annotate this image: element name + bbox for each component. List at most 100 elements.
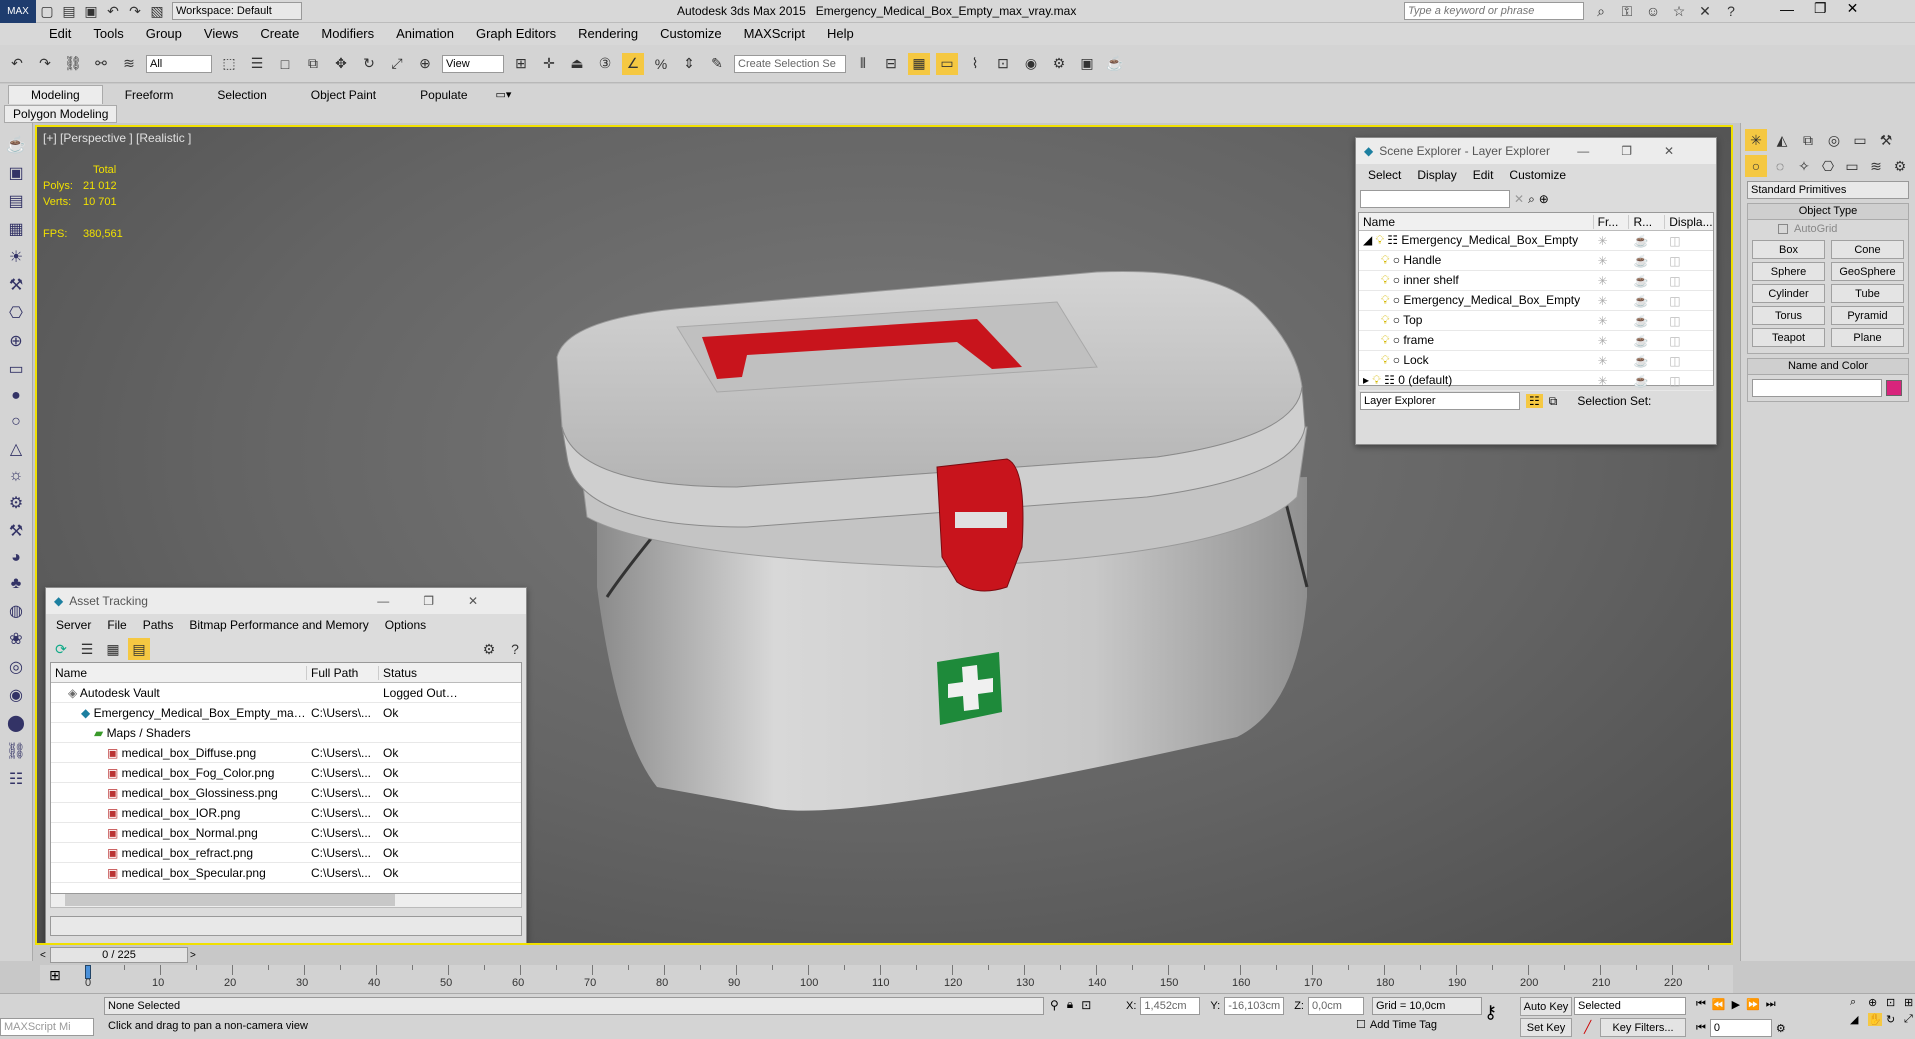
list-view-icon[interactable]: ☰: [76, 638, 98, 660]
scene-search-input[interactable]: [1360, 190, 1510, 208]
render-setup-icon[interactable]: ⚙: [1048, 53, 1070, 75]
object-type-header[interactable]: Object Type: [1748, 204, 1908, 220]
next-key-icon[interactable]: ⏩: [1746, 998, 1760, 1011]
select-by-name-icon[interactable]: ☰: [246, 53, 268, 75]
window-controls[interactable]: —❐✕: [377, 594, 512, 608]
modify-tab-icon[interactable]: ◭: [1771, 129, 1793, 151]
set-key-icon[interactable]: ⚷: [1484, 1002, 1497, 1023]
maxscript-listener[interactable]: MAXScript Mi: [0, 1018, 94, 1036]
layer-row[interactable]: 💡︎ ○ inner shelf ✳ ☕ ◫: [1359, 271, 1713, 291]
timeline-ruler[interactable]: 0 10 20 30 40 50 60 70 80 90 100 110 120 130 140 150 160…: [85, 965, 1709, 991]
menu-item[interactable]: Tools: [82, 23, 134, 45]
bind-spacewarp-icon[interactable]: ≋: [118, 53, 140, 75]
object-color-swatch[interactable]: [1886, 380, 1902, 396]
rect-selection-icon[interactable]: □: [274, 53, 296, 75]
asset-path-field[interactable]: [50, 916, 522, 936]
display-icon[interactable]: ◫: [1665, 374, 1713, 388]
utilities-tab-icon[interactable]: ⚒: [1875, 129, 1897, 151]
vault-icon[interactable]: ⚙: [478, 638, 500, 660]
ribbon-options-icon[interactable]: ▭▾: [490, 86, 518, 103]
freeze-icon[interactable]: ✳: [1594, 254, 1630, 268]
orb-icon[interactable]: ⬤: [7, 713, 25, 733]
visibility-bulb-icon[interactable]: 💡︎: [1381, 333, 1393, 347]
edit-named-selection-icon[interactable]: ✎: [706, 53, 728, 75]
x-tools-icon[interactable]: ✕: [1694, 0, 1716, 22]
layer-row[interactable]: 💡︎ ○ Lock ✳ ☕ ◫: [1359, 351, 1713, 371]
search-input[interactable]: [1404, 2, 1584, 20]
binoculars-icon[interactable]: ⌕: [1590, 0, 1612, 22]
freeze-icon[interactable]: ✳: [1594, 234, 1630, 248]
visibility-bulb-icon[interactable]: 💡︎: [1381, 313, 1393, 327]
table-row[interactable]: ▣ medical_box_IOR.png C:\Users\... Ok: [51, 803, 521, 823]
shapes-icon[interactable]: ◌: [1769, 155, 1791, 177]
menu-item[interactable]: Views: [193, 23, 249, 45]
zoom-icon[interactable]: ⌕: [1850, 996, 1864, 1009]
menu-item[interactable]: Edit: [1465, 164, 1502, 186]
menu-item[interactable]: Display: [1409, 164, 1464, 186]
time-slider[interactable]: < 0 / 225 >: [40, 945, 1733, 965]
primitive-button[interactable]: Pyramid: [1831, 306, 1904, 325]
layer-add-icon[interactable]: ⊕: [1539, 192, 1549, 206]
menu-item[interactable]: Select: [1360, 164, 1409, 186]
layers-icon[interactable]: ☷: [1526, 394, 1543, 408]
tree-icon[interactable]: ♣: [11, 575, 22, 593]
auto-key-button[interactable]: Auto Key: [1520, 997, 1572, 1016]
display-icon[interactable]: ◫: [1665, 234, 1713, 248]
helpers-icon[interactable]: ▭: [1841, 155, 1863, 177]
asset-tracking-titlebar[interactable]: ◆ Asset Tracking —❐✕: [46, 588, 526, 614]
freeze-icon[interactable]: ✳: [1594, 354, 1630, 368]
pan-icon[interactable]: ✋: [1868, 1013, 1882, 1026]
hammer-icon[interactable]: ⚒: [9, 521, 23, 541]
object-name-input[interactable]: [1752, 379, 1882, 397]
motion-tab-icon[interactable]: ◎: [1823, 129, 1845, 151]
absolute-mode-icon[interactable]: ⊡: [1081, 998, 1091, 1012]
menu-item[interactable]: MAXScript: [733, 23, 816, 45]
menu-item[interactable]: Group: [135, 23, 193, 45]
angle-snap-icon[interactable]: ∠: [622, 52, 644, 75]
renderable-icon[interactable]: ☕: [1629, 234, 1665, 248]
hierarchy-tab-icon[interactable]: ⧉: [1797, 129, 1819, 151]
help-icon[interactable]: ?: [504, 638, 526, 660]
display-tab-icon[interactable]: ▭: [1849, 129, 1871, 151]
menu-item[interactable]: Edit: [38, 23, 82, 45]
renderable-icon[interactable]: ☕: [1629, 314, 1665, 328]
camera-icon[interactable]: ⎔: [9, 303, 23, 323]
frame-counter[interactable]: 0 / 225: [50, 947, 188, 963]
asset-tracking-window[interactable]: ◆ Asset Tracking —❐✕ Server File Paths B…: [45, 587, 527, 943]
y-coord-field[interactable]: -16,103cm: [1224, 997, 1285, 1015]
render-frame-icon[interactable]: ▣: [1076, 53, 1098, 75]
table-row[interactable]: ▣ medical_box_Specular.png C:\Users\... Ok: [51, 863, 521, 883]
mini-curve-editor-icon[interactable]: ⊞: [40, 967, 70, 991]
table-row[interactable]: ◈ Autodesk Vault Logged Out ...: [51, 683, 521, 703]
clear-search-icon[interactable]: ✕: [1514, 192, 1524, 206]
prev-frame-arrow[interactable]: <: [40, 950, 50, 961]
ref-coord-dropdown[interactable]: View: [442, 54, 504, 73]
restore-icon[interactable]: ❐: [1814, 0, 1827, 17]
key-icon[interactable]: ⚿: [1616, 0, 1638, 22]
renderable-icon[interactable]: ☕: [1629, 274, 1665, 288]
helper-icon[interactable]: ⊕: [9, 331, 22, 351]
mirror-icon[interactable]: ⫴: [852, 53, 874, 75]
ribbon-toggle-icon[interactable]: ▭: [936, 52, 958, 75]
maximize-viewport-icon[interactable]: ⤢: [1904, 1013, 1915, 1026]
menu-item[interactable]: Customize: [1501, 164, 1574, 186]
sun-icon[interactable]: ☼: [9, 467, 24, 485]
help-icon[interactable]: ?: [1720, 0, 1742, 22]
renderable-icon[interactable]: ☕: [1629, 374, 1665, 388]
percent-snap-icon[interactable]: %: [650, 53, 672, 75]
primitive-button[interactable]: Tube: [1831, 284, 1904, 303]
medical-box-model[interactable]: [537, 267, 1357, 827]
layers-icon[interactable]: ☷: [9, 769, 23, 789]
table-row[interactable]: ▣ medical_box_Normal.png C:\Users\... Ok: [51, 823, 521, 843]
zoom-extents-icon[interactable]: ⊡: [1886, 996, 1900, 1009]
freeze-icon[interactable]: ✳: [1594, 334, 1630, 348]
orbit-icon[interactable]: ↻: [1886, 1013, 1900, 1026]
lights-icon[interactable]: ✧: [1793, 155, 1815, 177]
thumbnail-view-icon[interactable]: ▦: [102, 638, 124, 660]
menu-item[interactable]: Customize: [649, 23, 732, 45]
select-icon[interactable]: ▣: [8, 163, 23, 183]
refresh-icon[interactable]: ⟳: [50, 638, 72, 660]
renderable-icon[interactable]: ☕: [1629, 334, 1665, 348]
freeze-icon[interactable]: ✳: [1594, 374, 1630, 388]
horizontal-scrollbar[interactable]: [50, 894, 522, 908]
